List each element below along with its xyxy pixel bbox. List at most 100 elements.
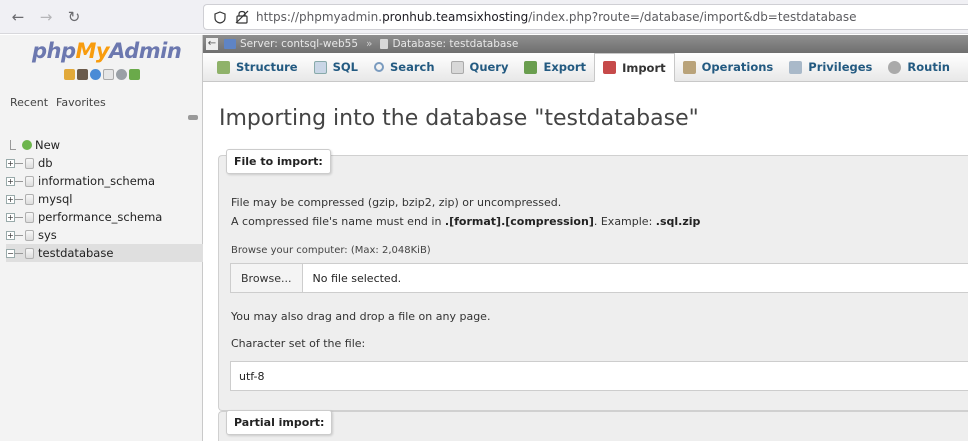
- server-icon: [224, 39, 236, 49]
- help-icon[interactable]: [90, 69, 101, 80]
- tree-item-db[interactable]: + db: [6, 154, 203, 172]
- file-to-import-fieldset: File to import: File may be compressed (…: [218, 149, 968, 411]
- reload-icon[interactable]: ↻: [64, 7, 84, 27]
- tab-structure[interactable]: Structure: [209, 53, 306, 81]
- tab-label: SQL: [332, 60, 359, 74]
- charset-label: Character set of the file:: [231, 337, 366, 350]
- tree-connector: [15, 180, 23, 182]
- drag-drop-note: You may also drag and drop a file on any…: [231, 310, 491, 323]
- note-text: A compressed file's name must end in: [231, 215, 445, 228]
- tree-connector: [10, 140, 16, 150]
- partial-import-legend: Partial import:: [226, 410, 333, 435]
- url-text: https://phpmyadmin.pronhub.teamsixhostin…: [256, 10, 857, 24]
- expand-icon[interactable]: +: [6, 194, 15, 204]
- forward-arrow-icon[interactable]: →: [36, 7, 56, 27]
- tab-export[interactable]: Export: [516, 53, 594, 81]
- expand-icon[interactable]: +: [6, 230, 15, 240]
- tab-privileges[interactable]: Privileges: [781, 53, 880, 81]
- file-to-import-legend: File to import:: [226, 149, 331, 174]
- tree-item-label[interactable]: performance_schema: [38, 210, 162, 224]
- tab-import[interactable]: Import: [594, 53, 675, 82]
- home-icon[interactable]: [64, 69, 75, 80]
- collapse-icon[interactable]: −: [6, 248, 15, 258]
- link-icon[interactable]: [188, 115, 198, 120]
- expand-icon[interactable]: +: [6, 212, 15, 222]
- tree-item-mysql[interactable]: + mysql: [6, 190, 203, 208]
- tab-label: Export: [543, 60, 587, 74]
- sql-icon: [313, 60, 327, 74]
- breadcrumb: ← Server: contsql-web55 » Database: test…: [203, 35, 968, 53]
- tree-item-label[interactable]: mysql: [38, 192, 73, 206]
- browse-label: Browse your computer: (Max: 2,048KiB): [231, 245, 431, 256]
- tree-connector: [15, 216, 23, 218]
- tab-label: Query: [469, 60, 509, 74]
- wrench-icon: [682, 60, 696, 74]
- database-icon: [25, 229, 34, 241]
- breadcrumb-database[interactable]: Database: testdatabase: [392, 38, 518, 50]
- recent-tab[interactable]: Recent: [9, 95, 49, 110]
- browse-button[interactable]: Browse...: [231, 264, 303, 292]
- expand-icon[interactable]: +: [6, 176, 15, 186]
- database-icon: [25, 247, 34, 259]
- tree-item-sys[interactable]: + sys: [6, 226, 203, 244]
- partial-import-fieldset: Partial import:: [218, 410, 968, 441]
- tree-item-label[interactable]: information_schema: [38, 174, 155, 188]
- shield-icon[interactable]: [212, 9, 228, 25]
- tab-label: Search: [390, 60, 435, 74]
- users-icon: [789, 60, 803, 74]
- structure-icon: [217, 60, 230, 74]
- tab-sql[interactable]: SQL: [306, 53, 366, 81]
- query-icon: [450, 60, 464, 74]
- tree-item-testdatabase[interactable]: − testdatabase: [6, 244, 203, 262]
- logo-php: php: [32, 39, 76, 63]
- collapse-arrow-icon[interactable]: ←: [206, 38, 218, 50]
- phpmyadmin-logo[interactable]: phpMyAdmin: [32, 39, 182, 63]
- expand-icon[interactable]: +: [6, 158, 15, 168]
- tree-item-new[interactable]: New: [6, 136, 203, 154]
- tab-operations[interactable]: Operations: [675, 53, 782, 81]
- page-title: Importing into the database "testdatabas…: [219, 106, 699, 131]
- logout-icon[interactable]: [77, 69, 88, 80]
- tree-item-label[interactable]: testdatabase: [38, 246, 113, 260]
- tree-item-information-schema[interactable]: + information_schema: [6, 172, 203, 190]
- tab-label: Import: [622, 60, 666, 75]
- database-icon: [380, 39, 389, 49]
- reload-navigation-icon[interactable]: [129, 69, 140, 80]
- export-icon: [524, 60, 538, 74]
- logo-my: My: [75, 39, 110, 63]
- tab-label: Structure: [236, 60, 298, 74]
- tab-query[interactable]: Query: [443, 53, 517, 81]
- tree-item-performance-schema[interactable]: + performance_schema: [6, 208, 203, 226]
- navigation-panel: phpMyAdmin Recent Favorites New + db + i…: [0, 35, 203, 441]
- tree-item-label[interactable]: db: [38, 156, 53, 170]
- tree-connector: [15, 252, 23, 254]
- docs-icon[interactable]: [103, 69, 114, 80]
- logo-admin: Admin: [109, 39, 182, 63]
- lock-warning-icon[interactable]: [234, 9, 250, 25]
- url-prefix: https://phpmyadmin.: [256, 10, 383, 24]
- import-icon: [603, 61, 617, 74]
- tab-search[interactable]: Search: [366, 53, 443, 81]
- tree-item-label[interactable]: New: [35, 138, 60, 152]
- browser-toolbar: ← → ↻ https://phpmyadmin.pronhub.teamsix…: [0, 0, 968, 34]
- main-content: ← Server: contsql-web55 » Database: test…: [203, 35, 968, 441]
- tree-item-label[interactable]: sys: [38, 228, 57, 242]
- favorites-tab[interactable]: Favorites: [55, 95, 107, 110]
- file-input[interactable]: Browse... No file selected.: [230, 263, 968, 293]
- tab-routines[interactable]: Routin: [880, 53, 958, 81]
- database-icon: [25, 175, 34, 187]
- tab-label: Privileges: [808, 60, 873, 74]
- no-file-text: No file selected.: [312, 271, 402, 285]
- database-tree: New + db + information_schema + mysql + …: [6, 136, 203, 262]
- search-icon: [374, 62, 385, 72]
- breadcrumb-server[interactable]: Server: contsql-web55: [240, 38, 358, 50]
- gear-icon: [888, 60, 902, 74]
- new-database-icon: [22, 140, 32, 150]
- back-arrow-icon[interactable]: ←: [8, 7, 28, 27]
- tree-connector: [15, 162, 23, 164]
- address-bar[interactable]: https://phpmyadmin.pronhub.teamsixhostin…: [203, 4, 968, 30]
- charset-select[interactable]: utf-8: [230, 361, 968, 391]
- settings-icon[interactable]: [116, 69, 127, 80]
- database-icon: [25, 193, 34, 205]
- tab-label: Operations: [701, 60, 774, 74]
